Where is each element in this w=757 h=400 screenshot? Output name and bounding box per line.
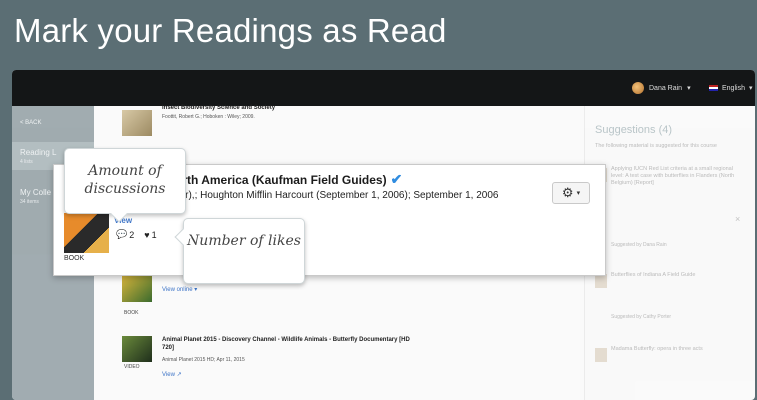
item-thumbnail xyxy=(122,110,152,136)
sidebar-item-label: Reading L xyxy=(20,148,57,157)
view-online-link[interactable]: View online ▾ xyxy=(162,286,197,293)
item-stats: 💬 2 ♥ 1 xyxy=(116,229,157,240)
suggestion-thumbnail xyxy=(595,274,607,288)
user-menu[interactable]: Dana Rain ▾ xyxy=(632,82,691,94)
item-meta: Animal Planet 2015 HD; Apr 11, 2015 xyxy=(162,357,245,363)
item-title-text: f North America (Kaufman Field Guides) xyxy=(159,173,387,187)
item-thumbnail xyxy=(122,276,152,302)
chevron-down-icon: ▾ xyxy=(576,190,581,197)
gear-icon: ⚙ xyxy=(561,185,574,200)
item-title[interactable]: Insect Biodiversity Science and Society xyxy=(162,104,422,112)
page-title: Mark your Readings as Read xyxy=(14,12,447,49)
sidebar-item-label: My Colle xyxy=(20,188,52,197)
item-thumbnail xyxy=(64,213,109,253)
likes-count: 1 xyxy=(151,229,157,240)
item-meta: Author),; Houghton Mifflin Harcourt (Sep… xyxy=(159,190,499,201)
suggestion-note: Suggested by Dana Rain xyxy=(611,242,667,248)
heart-icon: ♥ xyxy=(144,229,150,240)
flag-icon xyxy=(709,85,718,91)
item-type: VIDEO xyxy=(124,364,140,370)
callout-likes: Number of likes xyxy=(174,218,305,284)
discussions-count: 2 xyxy=(129,229,135,240)
callout-text: Amount of discussions xyxy=(84,163,166,197)
callout-discussions: Amount of discussions xyxy=(64,148,186,223)
suggestion-note: Suggested by Cathy Porter xyxy=(611,314,672,320)
suggestions-subtitle: The following material is suggested for … xyxy=(595,143,717,149)
item-type: BOOK xyxy=(124,310,139,316)
suggestion-title[interactable]: Applying IUCN Red List criteria at a sma… xyxy=(611,166,737,187)
read-check-icon[interactable]: ✔ xyxy=(391,171,403,187)
user-name: Dana Rain xyxy=(649,84,683,92)
item-actions-button[interactable]: ⚙ ▾ xyxy=(552,182,590,204)
suggestion-title[interactable]: Butterflies of Indiana A Field Guide xyxy=(611,272,737,279)
item-meta: Foottit, Robert G.; Hoboken : Wiley; 200… xyxy=(162,114,255,120)
view-link[interactable]: View ↗ xyxy=(162,371,182,378)
callout-text: Number of likes xyxy=(187,233,301,249)
suggestion-thumbnail xyxy=(595,348,607,362)
back-button[interactable]: < BACK xyxy=(20,120,42,126)
avatar xyxy=(632,82,644,94)
item-title[interactable]: f North America (Kaufman Field Guides) ✔ xyxy=(159,171,402,188)
discussions-counter[interactable]: 💬 2 xyxy=(116,229,134,240)
suggestions-panel: Suggestions (4) The following material i… xyxy=(584,106,755,400)
chevron-down-icon: ▾ xyxy=(748,85,753,92)
likes-counter[interactable]: ♥ 1 xyxy=(144,229,156,240)
language-menu[interactable]: English ▾ xyxy=(709,84,752,92)
language-label: English xyxy=(722,84,745,92)
item-title[interactable]: Animal Planet 2015 - Discovery Channel -… xyxy=(162,336,422,352)
top-bar: Dana Rain ▾ English ▾ xyxy=(12,70,755,106)
close-icon[interactable]: × xyxy=(735,214,740,224)
chevron-down-icon: ▾ xyxy=(687,85,691,92)
suggestions-title: Suggestions (4) xyxy=(595,124,673,136)
suggestion-title[interactable]: Madama Butterfly: opera in three acts xyxy=(611,346,737,353)
item-type: BOOK xyxy=(64,255,85,262)
comment-icon: 💬 xyxy=(116,229,128,239)
item-thumbnail xyxy=(122,336,152,362)
